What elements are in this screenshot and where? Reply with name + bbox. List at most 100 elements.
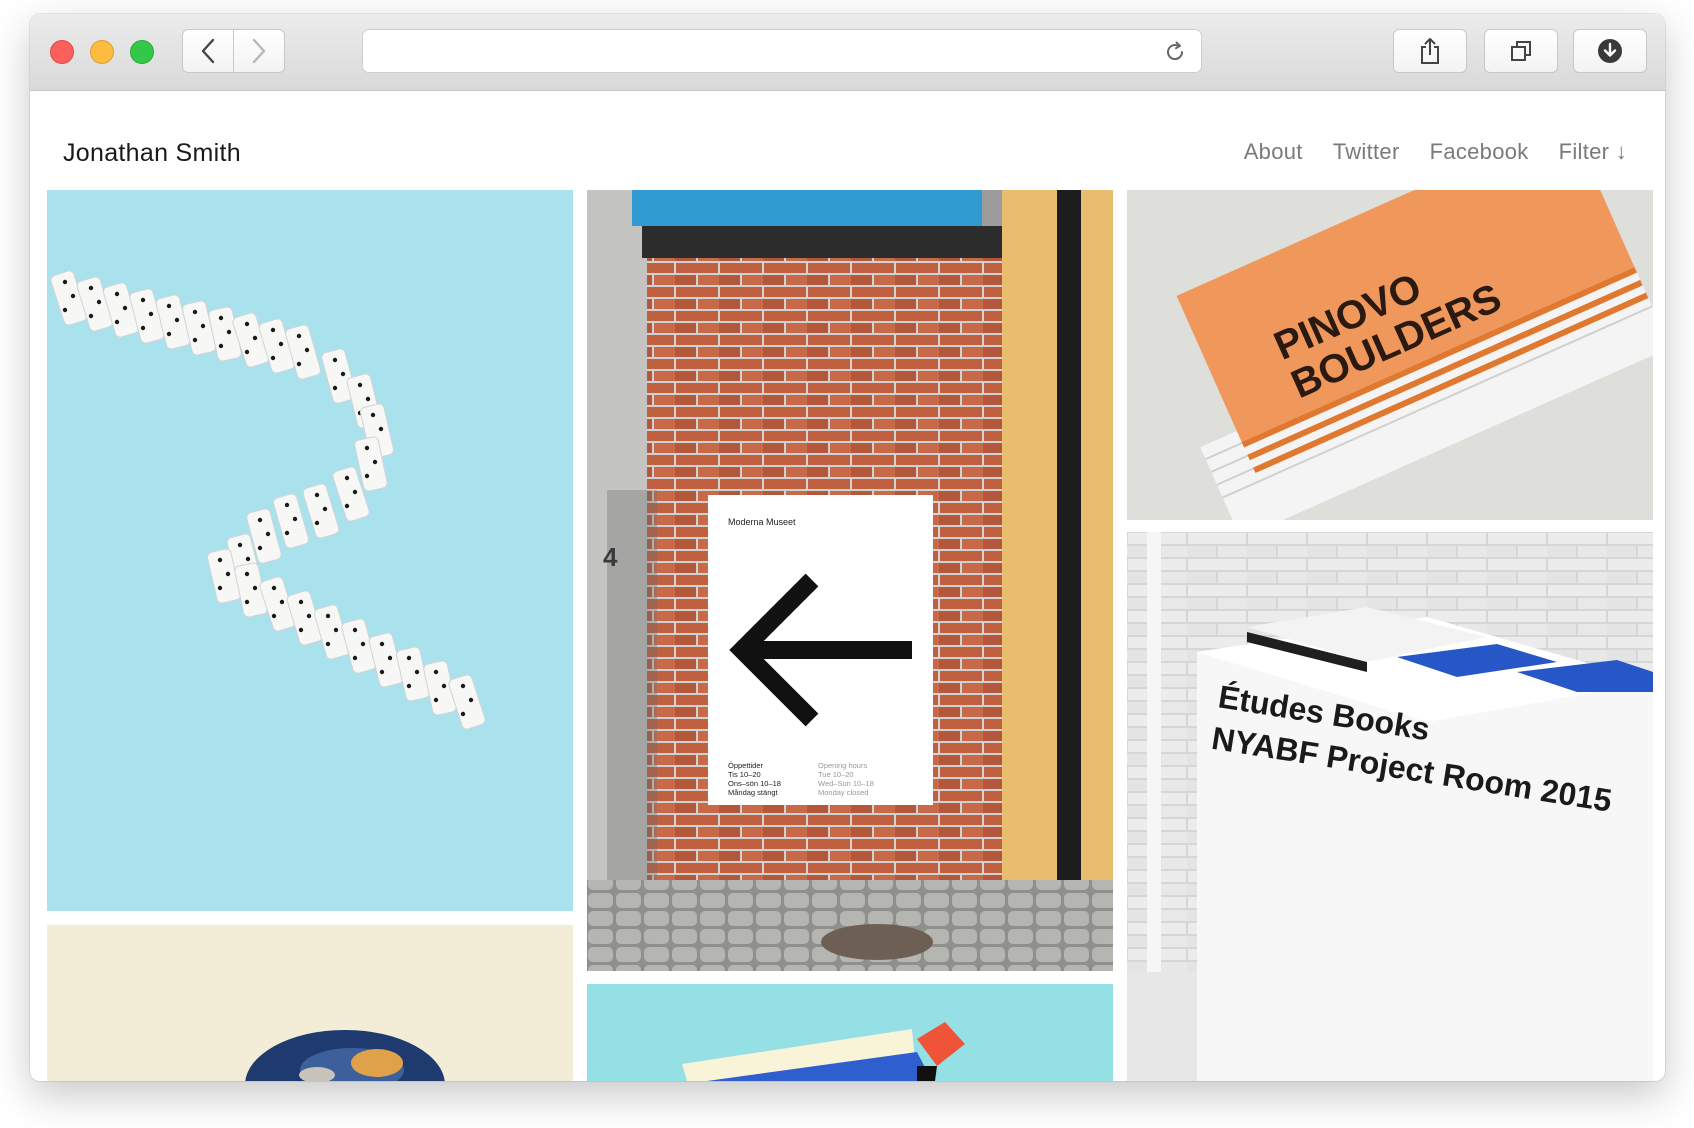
domino-pip [88,285,94,291]
hours-sv-3: Måndag stängt [728,788,779,797]
shapes-image [587,984,1113,1081]
domino-pip [433,697,439,703]
domino-pip [325,613,331,619]
nav-facebook-link[interactable]: Facebook [1430,139,1529,165]
domino-pip [364,445,370,451]
domino-pip [279,599,285,605]
domino-pip [122,305,128,311]
domino-pip [314,520,320,526]
domino-pip [192,309,198,315]
zoom-window-button[interactable] [130,40,154,64]
domino-pip [379,669,385,675]
tabs-button[interactable] [1484,29,1558,73]
domino-pip [298,627,304,633]
domino-pip [166,303,172,309]
domino-pip [372,459,378,465]
project-tile-dominoes[interactable] [47,190,573,911]
domino-pip [292,516,298,522]
domino-pip [217,585,223,591]
domino-pip [365,396,371,402]
site-nav: About Twitter Facebook Filter ↓ [1244,139,1627,165]
domino-pip [271,613,277,619]
dominoes-image [50,270,486,730]
domino-pip [226,329,232,335]
domino-pip [270,355,276,361]
hours-sv-0: Öppettider [728,761,764,770]
share-button[interactable] [1393,29,1467,73]
domino-pip [433,669,439,675]
domino-pip [62,279,68,285]
domino-pip [296,361,302,367]
domino-pip [344,503,350,509]
domino-pip [278,341,284,347]
domino-pip [352,627,358,633]
site-header: Jonathan Smith About Twitter Facebook Fi… [30,90,1665,204]
domino-pip [140,325,146,331]
domino-pip [244,599,250,605]
domino-pip [257,545,263,551]
nav-filter-link[interactable]: Filter ↓ [1559,139,1627,165]
tabs-icon [1511,41,1531,61]
chevron-left-icon [201,38,215,64]
hours-en-3: Monday closed [818,788,868,797]
domino-pip [244,321,250,327]
paint-image [47,925,573,1081]
domino-pip [148,311,154,317]
project-tile-paint[interactable] [47,925,573,1081]
domino-pip [218,315,224,321]
domino-pip [352,655,358,661]
reload-icon[interactable] [1163,40,1187,64]
back-button[interactable] [182,29,234,73]
domino-pip [70,293,76,299]
domino-pip [200,323,206,329]
site-title[interactable]: Jonathan Smith [63,139,241,168]
domino-pip [387,655,393,661]
project-tile-books[interactable]: Études Books NYABF Project Room 2015 [1127,532,1653,1081]
domino-pip [344,475,350,481]
domino-pip [406,683,412,689]
domino-pip [174,317,180,323]
nav-twitter-link[interactable]: Twitter [1333,139,1400,165]
domino-pip [284,502,290,508]
nav-about-link[interactable]: About [1244,139,1303,165]
browser-toolbar [30,14,1665,91]
project-tile-shapes[interactable] [587,984,1113,1081]
downloads-button[interactable] [1573,29,1647,73]
domino-pip [271,585,277,591]
browser-window: Jonathan Smith About Twitter Facebook Fi… [30,14,1665,1081]
share-icon [1421,38,1439,64]
poster-image: 4 Moderna Museet Öppettider Tis 10–20 On… [587,190,1113,971]
domino-pip [304,347,310,353]
domino-pip [298,599,304,605]
project-tile-poster[interactable]: 4 Moderna Museet Öppettider Tis 10–20 On… [587,190,1113,971]
domino-pip [192,337,198,343]
domino-pip [244,349,250,355]
download-icon [1598,39,1622,63]
close-window-button[interactable] [50,40,74,64]
door-number: 4 [603,542,618,572]
domino-pip [322,506,328,512]
domino-pip [225,571,231,577]
domino-pip [406,655,412,661]
domino-pip [306,613,312,619]
domino-pip [468,697,474,703]
project-tile-brochure[interactable]: PINOVO BOULDERS [1127,190,1653,520]
forward-button[interactable] [233,29,285,73]
domino-pip [441,683,447,689]
domino-pip [140,297,146,303]
domino-pip [217,557,223,563]
domino-pip [364,473,370,479]
domino-pip [325,641,331,647]
domino-pip [370,412,376,418]
domino-pip [257,517,263,523]
domino-pip [252,585,258,591]
minimize-window-button[interactable] [90,40,114,64]
domino-pip [314,492,320,498]
brochure-image: PINOVO BOULDERS [1127,190,1653,520]
domino-pip [379,641,385,647]
domino-pip [284,530,290,536]
address-bar[interactable] [362,29,1202,73]
poster-museum-name: Moderna Museet [728,517,796,527]
hours-en-0: Opening hours [818,761,867,770]
domino-pip [332,385,338,391]
